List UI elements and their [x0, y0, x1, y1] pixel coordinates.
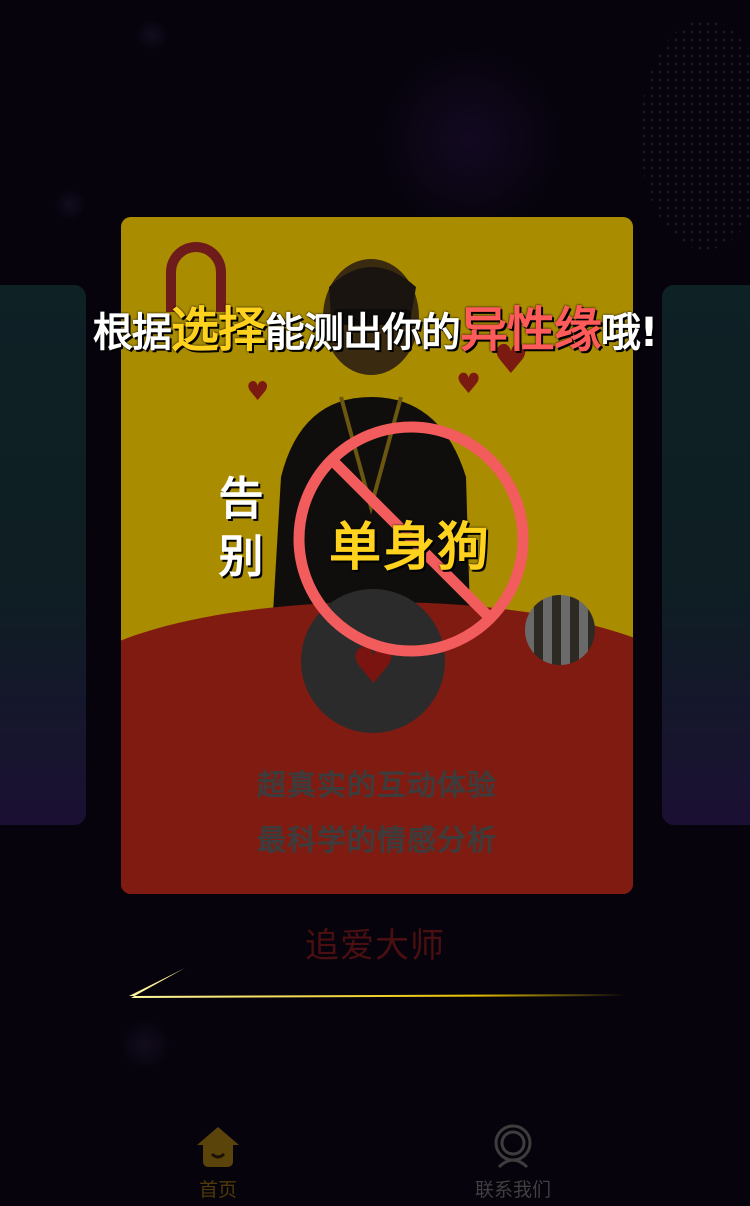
headline: 根据选择能测出你的异性缘哦!: [0, 290, 750, 360]
light-streak: [129, 968, 625, 998]
tab-contact[interactable]: 联系我们: [433, 1115, 593, 1206]
headline-highlight-red: 异性缘: [459, 302, 602, 358]
home-icon: [197, 1127, 239, 1167]
farewell-char: 别: [218, 530, 264, 583]
card-tagline-1: 超真实的互动体验: [256, 768, 497, 802]
farewell-text: 告 别: [216, 470, 266, 586]
tab-home-label: 首页: [198, 1179, 237, 1201]
headline-part: 能测出你的: [264, 310, 461, 356]
card-tagline-2: 最科学的情感分析: [256, 823, 497, 857]
single-dog-text: 单身狗: [328, 518, 491, 578]
carousel-prev-card[interactable]: [0, 285, 86, 825]
user-icon: [494, 1124, 532, 1169]
headline-part: 根据: [92, 310, 172, 356]
carousel-next-card[interactable]: [662, 285, 750, 825]
tab-bar: 首页 联系我们: [0, 1115, 750, 1206]
beach-ball-icon: [525, 595, 595, 665]
farewell-char: 告: [218, 472, 264, 525]
headline-part: 哦!: [600, 310, 658, 356]
tab-contact-label: 联系我们: [474, 1179, 551, 1201]
headline-highlight-yellow: 选择: [170, 302, 266, 358]
heart-icon: ♥: [246, 377, 270, 407]
tab-home[interactable]: 首页: [138, 1115, 298, 1206]
